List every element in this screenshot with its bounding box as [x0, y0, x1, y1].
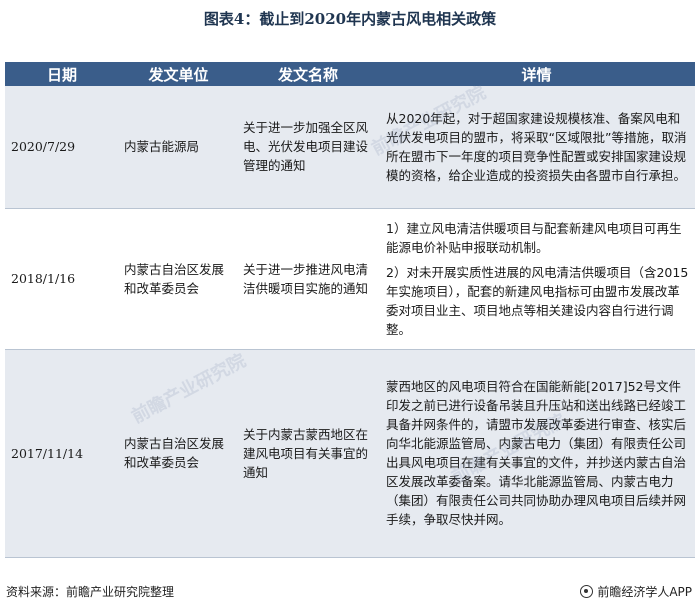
row-details: 蒙西地区的风电项目符合在国能新能[2017]52号文件印发之前已进行设备吊装且升… [378, 349, 695, 558]
brand-name: 前瞻经济学人APP [597, 585, 692, 599]
policy-table: 日期 发文单位 发文名称 详情 2020/7/29 内蒙古能源局 关于进一步加强… [5, 62, 695, 558]
chart-title: 图表4：截止到2020年内蒙古风电相关政策 [203, 10, 497, 28]
source-note: 资料来源：前瞻产业研究院整理 [6, 585, 175, 599]
detail-paragraph: 2）对未开展实质性进展的风电清洁供暖项目（含2015年实施项目），配套的新建风电… [386, 264, 689, 337]
row-details: 从2020年起，对于超国家建设规模核准、备案风电和光伏发电项目的盟市，将采取“区… [378, 86, 695, 209]
table-row: 2020/7/29 内蒙古能源局 关于进一步加强全区风电、光伏发电项目建设管理的… [5, 86, 695, 209]
header-details: 详情 [378, 62, 695, 86]
row-name: 关于内蒙古蒙西地区在建风电项目有关事宜的通知 [238, 349, 378, 558]
table-row: 2018/1/16 内蒙古自治区发展和改革委员会 关于进一步推进风电清洁供暖项目… [5, 208, 695, 350]
row-name: 关于进一步推进风电清洁供暖项目实施的通知 [238, 208, 378, 350]
row-issuer: 内蒙古自治区发展和改革委员会 [119, 208, 238, 350]
detail-paragraph: 1）建立风电清洁供暖项目与配套新建风电项目可再生能源电价补贴申报联动机制。 [386, 220, 682, 255]
detail-paragraph: 蒙西地区的风电项目符合在国能新能[2017]52号文件印发之前已进行设备吊装且升… [386, 379, 687, 527]
row-issuer: 内蒙古自治区发展和改革委员会 [119, 349, 238, 558]
header-issuer: 发文单位 [119, 62, 238, 86]
row-name: 关于进一步加强全区风电、光伏发电项目建设管理的通知 [238, 86, 378, 209]
footer: 资料来源：前瞻产业研究院整理 前瞻经济学人APP [0, 583, 700, 605]
row-date: 2020/7/29 [5, 86, 119, 209]
row-details: 1）建立风电清洁供暖项目与配套新建风电项目可再生能源电价补贴申报联动机制。 2）… [378, 208, 695, 350]
brand: 前瞻经济学人APP [580, 583, 692, 600]
header-date: 日期 [5, 62, 119, 86]
qianzhan-logo-icon [580, 585, 594, 598]
row-date: 2018/1/16 [5, 208, 119, 350]
row-date: 2017/11/14 [5, 349, 119, 558]
detail-paragraph: 从2020年起，对于超国家建设规模核准、备案风电和光伏发电项目的盟市，将采取“区… [386, 110, 687, 183]
row-issuer: 内蒙古能源局 [119, 86, 238, 209]
table-row: 2017/11/14 内蒙古自治区发展和改革委员会 关于内蒙古蒙西地区在建风电项… [5, 349, 695, 558]
table-header-row: 日期 发文单位 发文名称 详情 [5, 62, 695, 86]
header-name: 发文名称 [238, 62, 378, 86]
